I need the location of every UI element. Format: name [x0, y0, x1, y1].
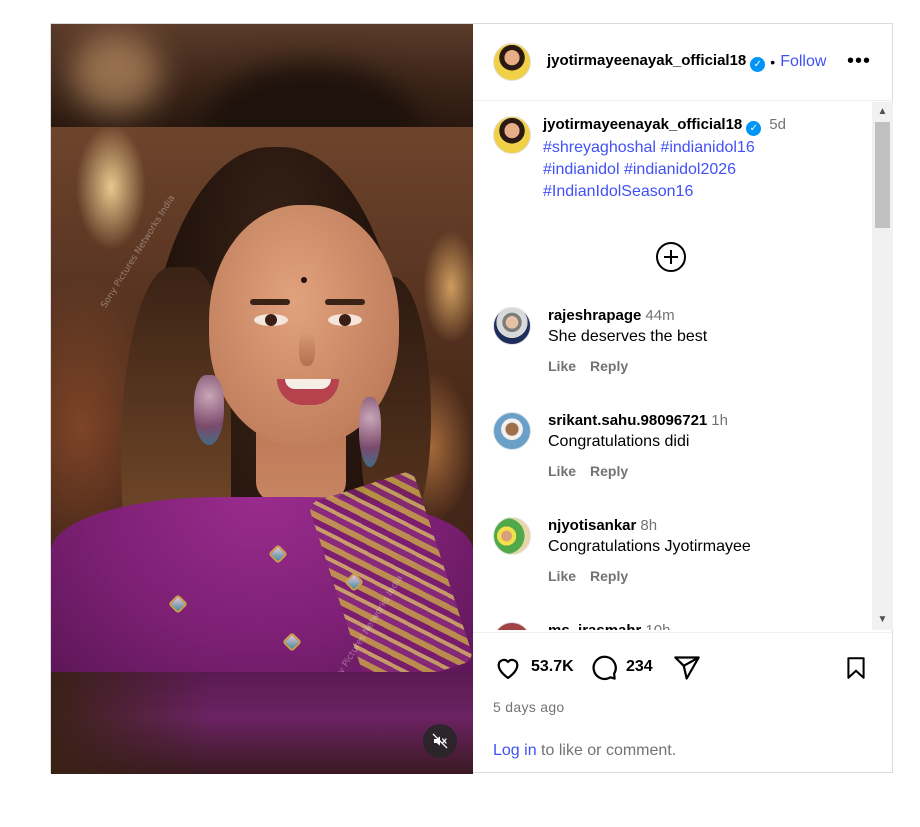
comment-icon[interactable] — [590, 654, 618, 682]
avatar[interactable] — [493, 43, 531, 81]
video-frame: Sony Pictures Networks India Sony Pictur… — [51, 127, 473, 672]
post-header: jyotirmayeenayak_official18 ✓ • Follow ••… — [473, 24, 893, 101]
posted-time[interactable]: 5 days ago — [493, 699, 565, 715]
verified-badge-icon: ✓ — [746, 121, 762, 136]
comment-time[interactable]: 8h — [640, 517, 657, 534]
hashtag-link[interactable]: #indianidol — [543, 161, 620, 178]
post-actions: 53.7K 234 5 days ago Log in to like or c… — [473, 632, 893, 772]
comment-item: rajeshrapage 44m She deserves the best Li… — [493, 307, 707, 374]
comment-item: srikant.sahu.98096721 1h Congratulations … — [493, 412, 728, 479]
comment-reply-button[interactable]: Reply — [590, 358, 628, 374]
load-more-comments-icon[interactable] — [656, 242, 686, 272]
comment-username[interactable]: ms_jrasmahr — [548, 622, 641, 630]
mute-button[interactable] — [423, 724, 457, 758]
bookmark-icon[interactable] — [843, 654, 869, 682]
header-username[interactable]: jyotirmayeenayak_official18 ✓ — [547, 52, 766, 72]
avatar[interactable] — [493, 622, 531, 630]
post-container: Sony Pictures Networks India Sony Pictur… — [50, 23, 893, 774]
caption-time[interactable]: 5d — [769, 116, 786, 133]
share-icon[interactable] — [673, 654, 701, 682]
scroll-down-icon[interactable]: ▼ — [872, 610, 893, 630]
caption-username[interactable]: jyotirmayeenayak_official18 — [543, 116, 742, 133]
comment-username[interactable]: rajeshrapage — [548, 307, 641, 324]
login-link[interactable]: Log in — [493, 742, 537, 759]
caption-hashtags: #shreyaghoshal #indianidol16 #indianidol… — [543, 137, 863, 203]
avatar[interactable] — [493, 412, 531, 450]
comment-text: Congratulations Jyotirmayee — [548, 538, 751, 555]
comments-scrollbar[interactable]: ▲ ▼ — [872, 102, 893, 630]
caption: jyotirmayeenayak_official18 ✓ 5d #shreyagh… — [493, 116, 863, 203]
avatar[interactable] — [493, 517, 531, 555]
comment-time[interactable]: 44m — [645, 307, 674, 324]
comment-reply-button[interactable]: Reply — [590, 463, 628, 479]
more-options-icon[interactable]: ••• — [847, 51, 871, 71]
comment-text: Congratulations didi — [548, 433, 690, 450]
heart-icon[interactable] — [493, 654, 523, 682]
login-prompt-text: to like or comment. — [536, 742, 677, 759]
avatar[interactable] — [493, 307, 531, 345]
speaker-muted-icon — [432, 733, 448, 749]
comment-like-button[interactable]: Like — [548, 358, 576, 374]
dot-separator: • — [770, 54, 776, 70]
hashtag-link[interactable]: #indianidol2026 — [624, 161, 736, 178]
likes-count[interactable]: 53.7K — [531, 658, 574, 676]
scroll-thumb[interactable] — [875, 122, 890, 228]
comment-item: njyotisankar 8h Congratulations Jyotirmay… — [493, 517, 751, 584]
comment-time[interactable]: 1h — [711, 412, 728, 429]
avatar[interactable] — [493, 116, 531, 154]
post-video[interactable]: Sony Pictures Networks India Sony Pictur… — [51, 24, 473, 774]
video-blur-bottom — [51, 672, 473, 774]
comments-count[interactable]: 234 — [626, 658, 653, 676]
comments-list[interactable]: jyotirmayeenayak_official18 ✓ 5d #shreyagh… — [473, 102, 893, 630]
hashtag-link[interactable]: #shreyaghoshal — [543, 139, 656, 156]
comment-like-button[interactable]: Like — [548, 463, 576, 479]
post-side-panel: jyotirmayeenayak_official18 ✓ • Follow ••… — [473, 24, 893, 772]
comment-like-button[interactable]: Like — [548, 568, 576, 584]
follow-button[interactable]: Follow — [780, 53, 826, 71]
hashtag-link[interactable]: #indianidol16 — [660, 139, 754, 156]
hashtag-link[interactable]: #IndianIdolSeason16 — [543, 183, 693, 200]
verified-badge-icon: ✓ — [750, 57, 766, 72]
video-blur-top — [51, 24, 473, 127]
comment-reply-button[interactable]: Reply — [590, 568, 628, 584]
comment-time[interactable]: 10h — [645, 622, 670, 630]
comment-item: ms_jrasmahr 10h — [493, 622, 670, 630]
login-prompt: Log in to like or comment. — [493, 742, 676, 760]
scroll-up-icon[interactable]: ▲ — [872, 102, 893, 122]
comment-username[interactable]: njyotisankar — [548, 517, 636, 534]
comment-username[interactable]: srikant.sahu.98096721 — [548, 412, 707, 429]
comment-text: She deserves the best — [548, 328, 708, 345]
